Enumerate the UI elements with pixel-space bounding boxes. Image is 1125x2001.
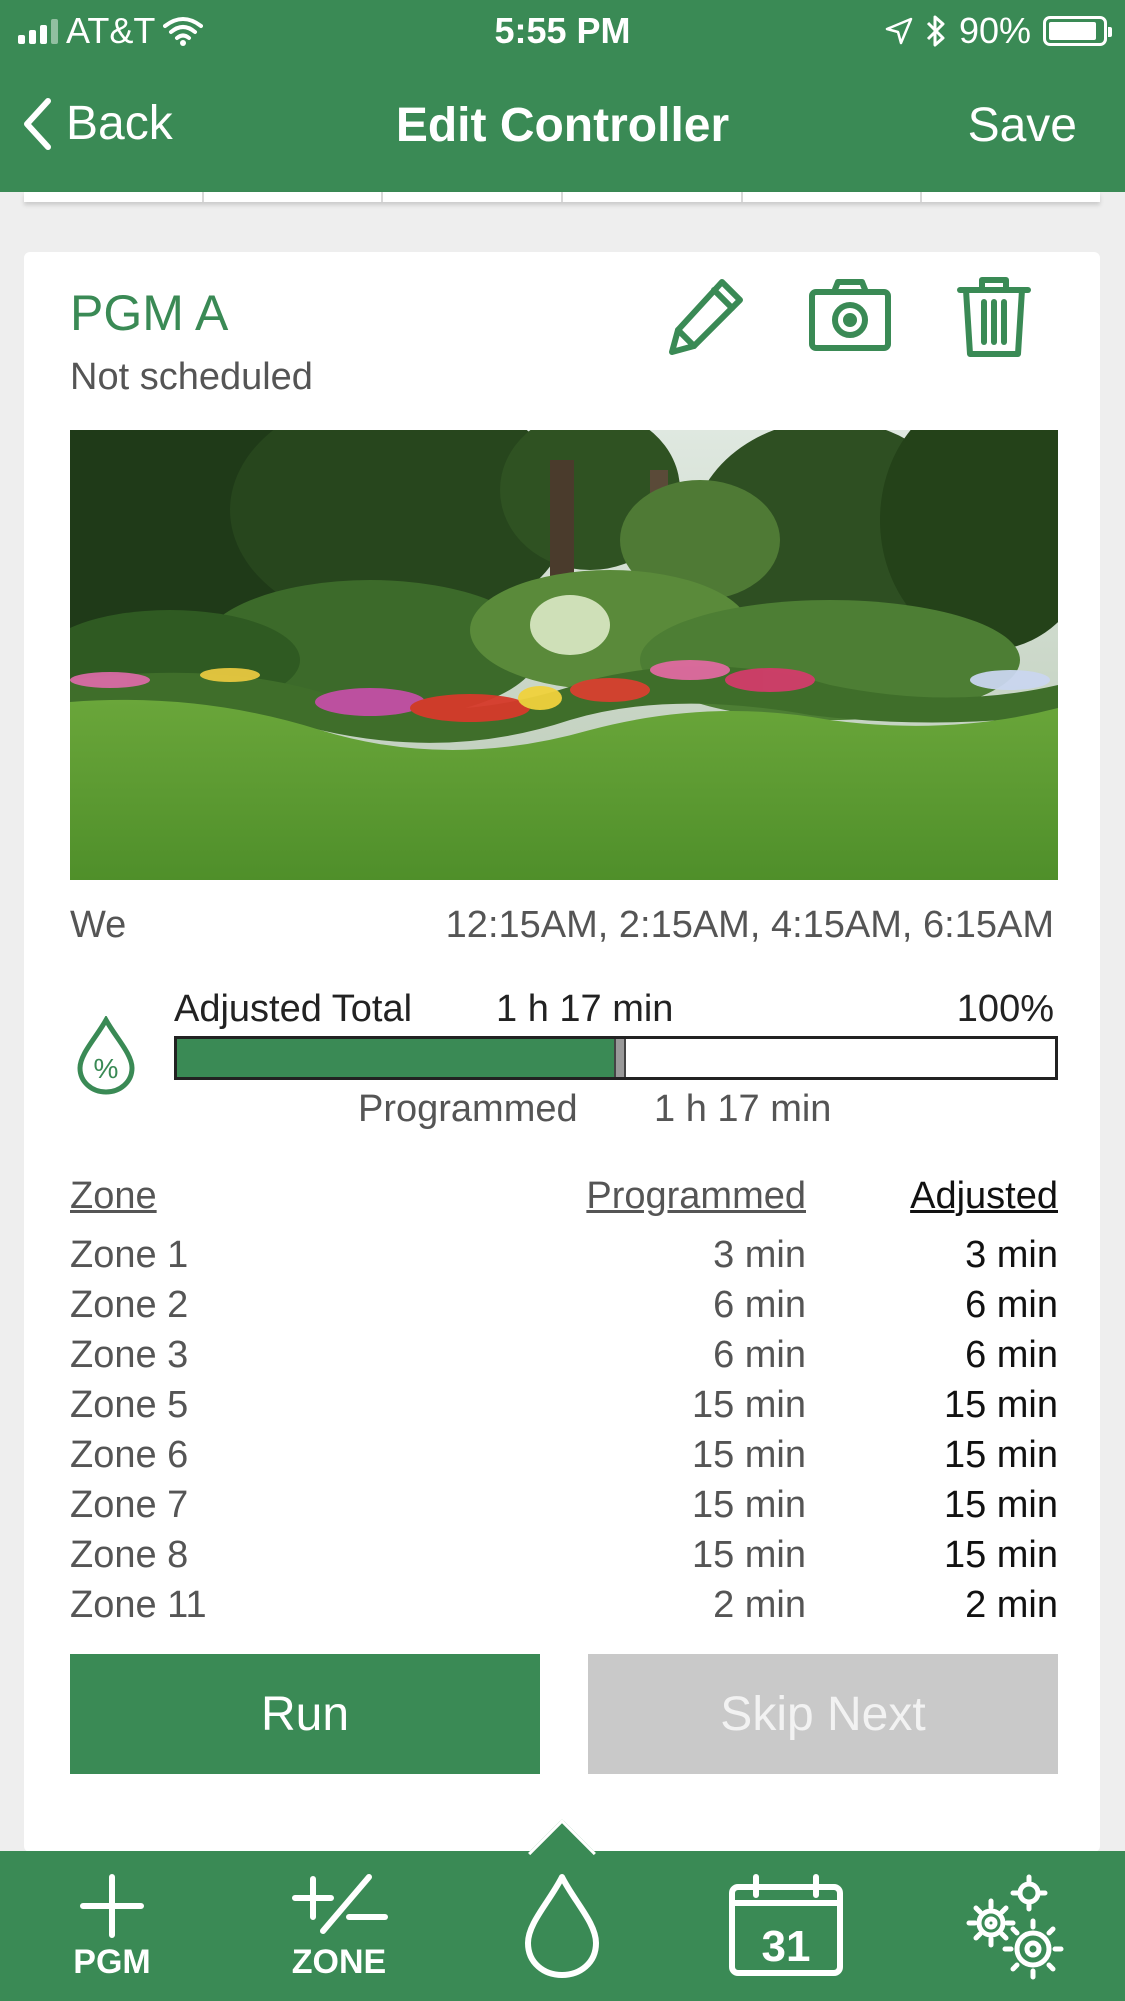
add-zone-icon [292,1873,388,1934]
calendar-button[interactable]: 31 [724,1851,848,2001]
settings-gears-icon [966,1874,1064,1980]
table-row: Zone 7 15 min 15 min [70,1480,1058,1530]
zone-adjusted: 2 min [965,1583,1058,1626]
save-button[interactable]: Save [968,98,1077,153]
adjusted-column-header: Adjusted [910,1174,1058,1217]
adjusted-total-value: 1 h 17 min [496,988,674,1030]
schedule-days: We [70,904,127,946]
table-row: Zone 11 2 min 2 min [70,1580,1058,1630]
table-row: Zone 2 6 min 6 min [70,1280,1058,1330]
tab-strip [24,192,1100,202]
zone-programmed: 3 min [713,1233,806,1276]
zone-adjusted: 6 min [965,1283,1058,1326]
zone-adjusted: 15 min [943,1383,1058,1426]
water-button[interactable] [512,1851,612,2001]
tab-segment[interactable] [563,192,743,202]
zone-table: Zone Programmed Adjusted Zone 1 3 min 3 … [70,1166,1058,1630]
zone-adjusted: 15 min [943,1483,1058,1526]
run-button[interactable]: Run [70,1654,540,1774]
edit-pencil-icon [669,279,743,355]
zone-label: ZONE [291,1942,387,1981]
garden-photo [70,430,1058,880]
programmed-total-value: 1 h 17 min [654,1088,832,1130]
programmed-total-label: Programmed [358,1088,578,1130]
tab-segment[interactable] [383,192,564,202]
table-row: Zone 3 6 min 6 min [70,1330,1058,1380]
zone-name: Zone 2 [70,1283,189,1326]
zone-column-header: Zone [70,1174,157,1217]
status-bar: AT&T 5:55 PM 90% [0,0,1125,62]
zone-name: Zone 7 [70,1483,189,1526]
water-percent-icon: % [77,1016,135,1095]
settings-button[interactable] [954,1851,1074,2001]
adjust-slider-fill [177,1039,616,1077]
zone-adjusted: 3 min [965,1233,1058,1276]
zone-programmed: 2 min [713,1583,806,1626]
zone-programmed: 15 min [691,1533,806,1576]
program-photo[interactable] [70,430,1058,880]
card-actions [660,270,1040,362]
battery-icon [1043,16,1112,46]
program-name: PGM A [70,285,229,341]
delete-button[interactable] [948,270,1040,362]
calendar-day: 31 [762,1922,811,1971]
programmed-column-header: Programmed [586,1174,806,1217]
navigation-bar: Back Edit Controller Save [0,62,1125,192]
edit-button[interactable] [660,270,752,362]
zone-name: Zone 1 [70,1233,189,1276]
tab-segment[interactable] [204,192,384,202]
zone-programmed: 15 min [691,1483,806,1526]
chevron-left-icon [24,97,51,150]
bottom-toolbar: PGM ZONE 31 [0,1819,1125,2001]
tab-segment[interactable] [743,192,923,202]
back-label: Back [66,97,173,150]
status-right: 90% [885,10,1112,52]
zone-programmed: 15 min [691,1383,806,1426]
camera-icon [809,279,891,351]
add-program-icon [80,1873,144,1938]
back-button[interactable]: Back [22,96,173,151]
trash-icon [957,277,1031,357]
zone-adjusted: 15 min [943,1433,1058,1476]
add-zone-button[interactable]: ZONE [284,1851,394,2001]
zone-programmed: 6 min [713,1283,806,1326]
zone-name: Zone 6 [70,1433,189,1476]
start-times: 12:15AM, 2:15AM, 4:15AM, 6:15AM [445,904,1054,946]
svg-text:%: % [94,1053,119,1084]
zone-name: Zone 3 [70,1333,189,1376]
adjust-slider[interactable] [174,1036,1058,1080]
photo-button[interactable] [804,270,896,362]
add-program-button[interactable]: PGM [62,1851,162,2001]
location-icon [885,17,913,45]
zone-programmed: 15 min [691,1433,806,1476]
tab-segment[interactable] [922,192,1100,202]
calendar-icon: 31 [729,1874,843,1976]
battery-percent: 90% [958,10,1031,51]
schedule-status: Not scheduled [70,356,313,398]
zone-name: Zone 8 [70,1533,189,1576]
water-drop-icon [525,1874,599,1978]
zone-name: Zone 5 [70,1383,189,1426]
zone-adjusted: 15 min [943,1533,1058,1576]
table-row: Zone 6 15 min 15 min [70,1430,1058,1480]
zone-table-header: Zone Programmed Adjusted [70,1166,1058,1226]
adjusted-total-label: Adjusted Total [174,988,413,1030]
adjust-percent: 100% [956,988,1054,1030]
zone-adjusted: 6 min [965,1333,1058,1376]
zone-name: Zone 11 [70,1583,207,1626]
tab-segment[interactable] [24,192,204,202]
adjust-slider-handle[interactable] [614,1039,626,1077]
skip-next-button[interactable]: Skip Next [588,1654,1058,1774]
zone-programmed: 6 min [713,1333,806,1376]
program-card: PGM A Not scheduled We 12:15AM, 2:15AM, … [24,252,1100,1852]
table-row: Zone 5 15 min 15 min [70,1380,1058,1430]
bluetooth-icon [926,15,945,47]
pgm-label: PGM [73,1942,151,1981]
top-bar: AT&T 5:55 PM 90% Back Edit Controller Sa… [0,0,1125,192]
table-row: Zone 8 15 min 15 min [70,1530,1058,1580]
table-row: Zone 1 3 min 3 min [70,1230,1058,1280]
